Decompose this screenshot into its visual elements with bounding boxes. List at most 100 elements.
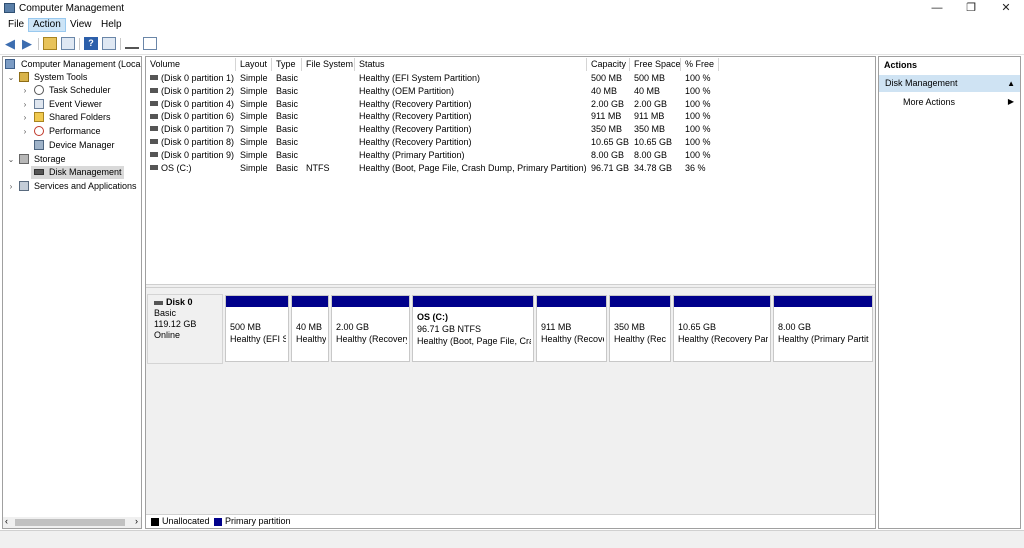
chevron-down-icon[interactable]: ⌄ <box>7 71 15 84</box>
column-header-type[interactable]: Type <box>272 58 302 71</box>
column-header-layout[interactable]: Layout <box>236 58 272 71</box>
maximize-button[interactable]: ❐ <box>956 1 986 15</box>
cell-volume: (Disk 0 partition 2) <box>146 85 236 98</box>
volume-icon <box>150 87 158 93</box>
table-row[interactable]: (Disk 0 partition 9) Simple Basic Healthy (… <box>146 149 746 162</box>
toolbar-separator <box>120 38 121 50</box>
help-icon[interactable]: ? <box>84 37 98 50</box>
cell-layout: Simple <box>240 162 268 173</box>
partition-status: Healthy (Recovery Part <box>678 334 768 344</box>
more-actions-item[interactable]: More Actions ▶ <box>879 95 1020 109</box>
connect-icon[interactable] <box>125 40 139 49</box>
up-folder-icon[interactable] <box>43 37 57 50</box>
forward-arrow-icon[interactable]: ▶ <box>20 37 34 50</box>
cell-status: Healthy (Recovery Partition) <box>359 137 472 147</box>
cell-status: Healthy (Boot, Page File, Crash Dump, Pr… <box>359 162 587 173</box>
partition-status: Healthy <box>296 334 326 344</box>
table-row[interactable]: (Disk 0 partition 6) Simple Basic Healthy (… <box>146 110 746 123</box>
properties-icon[interactable] <box>102 37 116 50</box>
partition-block[interactable]: 911 MB Healthy (Recove <box>536 295 607 362</box>
scroll-right-icon[interactable]: › <box>135 516 138 526</box>
volume-name: (Disk 0 partition 7) <box>161 124 235 135</box>
cell-type: Basic <box>276 85 299 96</box>
collapse-arrow-icon[interactable]: ▲ <box>1007 75 1015 92</box>
tree-item-disk-management[interactable]: Disk Management <box>31 166 124 179</box>
volume-icon <box>150 100 158 106</box>
cell-status: Healthy (EFI System Partition) <box>359 73 481 83</box>
menu-help[interactable]: Help <box>97 18 126 32</box>
performance-icon <box>34 126 44 136</box>
event-log-icon <box>34 99 44 109</box>
title-bar: Computer Management — ❐ ✕ <box>0 0 1024 17</box>
column-header-status[interactable]: Status <box>355 58 587 71</box>
cell-file-system <box>302 110 355 123</box>
cell-type: Basic <box>276 149 299 160</box>
disk-management-pane: Volume Layout Type File System Status Ca… <box>145 56 876 529</box>
disk-0-label[interactable]: Disk 0 Basic 119.12 GB Online <box>147 294 223 364</box>
column-header-file-system[interactable]: File System <box>302 58 355 71</box>
menu-action[interactable]: Action <box>28 18 66 32</box>
services-icon <box>19 181 29 191</box>
cell-layout: Simple <box>240 124 268 135</box>
table-row[interactable]: (Disk 0 partition 1) Simple Basic Healthy (… <box>146 72 746 85</box>
menu-view[interactable]: View <box>66 18 96 32</box>
view-list-icon[interactable] <box>143 37 157 50</box>
partition-size: 8.00 GB <box>778 322 812 332</box>
chevron-down-icon[interactable]: ⌄ <box>7 153 15 166</box>
chevron-right-icon[interactable]: › <box>21 125 29 138</box>
chevron-right-icon[interactable]: › <box>7 180 15 193</box>
toolbar-separator <box>79 38 80 50</box>
cell-status: Healthy (Recovery Partition) <box>359 124 472 135</box>
column-header-volume[interactable]: Volume <box>146 58 236 71</box>
menu-bar: File Action View Help <box>0 17 1024 33</box>
partition-type-band <box>537 296 606 307</box>
partition-info: 350 MB Healthy (Rec <box>614 321 668 345</box>
table-row[interactable]: (Disk 0 partition 7) Simple Basic Healthy (… <box>146 123 746 136</box>
partition-info: 911 MB Healthy (Recove <box>541 321 604 345</box>
chevron-right-icon[interactable]: › <box>21 98 29 111</box>
tree-item-label: Shared Folders <box>49 112 111 122</box>
column-header-capacity[interactable]: Capacity <box>587 58 630 71</box>
cell-file-system <box>302 98 355 111</box>
menu-file[interactable]: File <box>4 18 28 32</box>
cell-volume: (Disk 0 partition 1) <box>146 72 236 85</box>
scroll-left-icon[interactable]: ‹ <box>5 516 8 526</box>
partition-type-band <box>674 296 770 307</box>
chevron-right-icon[interactable]: › <box>21 84 29 97</box>
tree-item-system-tools[interactable]: ⌄ System Tools <box>5 71 141 84</box>
close-button[interactable]: ✕ <box>991 1 1021 15</box>
cell-capacity: 8.00 GB <box>591 149 625 160</box>
scrollbar-thumb[interactable] <box>15 519 125 526</box>
cell-free-space: 911 MB <box>634 111 665 122</box>
partition-block[interactable]: 350 MB Healthy (Rec <box>609 295 671 362</box>
cell-type: Basic <box>276 162 299 173</box>
actions-section-disk-management[interactable]: Disk Management ▲ <box>879 75 1020 92</box>
cell-free-space: 350 MB <box>634 124 666 135</box>
horizontal-scrollbar[interactable]: ‹ › <box>3 516 141 528</box>
partition-status: Healthy (EFI S <box>230 334 286 344</box>
table-row[interactable]: (Disk 0 partition 8) Simple Basic Healthy (… <box>146 136 746 149</box>
partition-block[interactable]: 2.00 GB Healthy (Recovery <box>331 295 410 362</box>
chevron-right-icon[interactable]: › <box>21 111 29 124</box>
device-manager-icon <box>34 140 44 150</box>
actions-title: Actions <box>884 60 918 70</box>
table-row[interactable]: OS (C:) Simple Basic NTFS Healthy (Boot, Pag… <box>146 162 746 175</box>
partition-block[interactable]: 500 MB Healthy (EFI S <box>225 295 289 362</box>
show-hide-tree-icon[interactable] <box>61 37 75 50</box>
legend: Unallocated Primary partition <box>146 514 875 528</box>
back-arrow-icon[interactable]: ◀ <box>3 37 17 50</box>
disk-icon <box>34 169 44 175</box>
volume-name: (Disk 0 partition 8) <box>161 137 235 147</box>
column-header-free-space[interactable]: Free Space <box>630 58 681 71</box>
volume-icon <box>150 151 158 157</box>
partition-block[interactable]: 8.00 GB Healthy (Primary Partit <box>773 295 873 362</box>
minimize-button[interactable]: — <box>922 1 952 15</box>
column-header-percent-free[interactable]: % Free <box>681 58 719 71</box>
partition-block[interactable]: 10.65 GB Healthy (Recovery Part <box>673 295 771 362</box>
table-row[interactable]: (Disk 0 partition 4) Simple Basic Healthy (… <box>146 98 746 111</box>
partition-block[interactable]: 40 MB Healthy <box>291 295 329 362</box>
tree-item-label: Disk Management <box>49 167 122 177</box>
table-row[interactable]: (Disk 0 partition 2) Simple Basic Healthy (… <box>146 85 746 98</box>
volume-icon <box>150 164 158 170</box>
partition-block[interactable]: OS (C:) 96.71 GB NTFS Healthy (Boot, Page … <box>412 295 534 362</box>
